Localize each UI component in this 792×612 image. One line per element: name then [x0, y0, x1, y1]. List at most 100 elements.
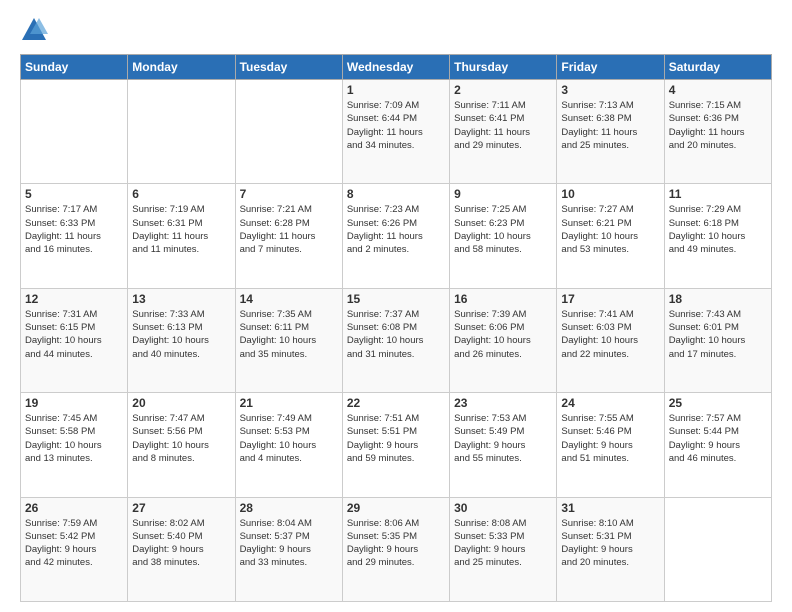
- day-number: 4: [669, 83, 767, 97]
- calendar-cell: 14Sunrise: 7:35 AM Sunset: 6:11 PM Dayli…: [235, 288, 342, 392]
- header: [20, 16, 772, 44]
- calendar-cell: 29Sunrise: 8:06 AM Sunset: 5:35 PM Dayli…: [342, 497, 449, 601]
- weekday-header-monday: Monday: [128, 55, 235, 80]
- calendar-cell: 7 Sunrise: 7:21 AM Sunset: 6:28 PM Daylig…: [235, 184, 342, 288]
- day-info: Sunrise: 8:08 AM Sunset: 5:33 PM Dayligh…: [454, 517, 552, 570]
- day-number: 19: [25, 396, 123, 410]
- calendar-table: SundayMondayTuesdayWednesdayThursdayFrid…: [20, 54, 772, 602]
- day-info: Sunrise: 7:53 AM Sunset: 5:49 PM Dayligh…: [454, 412, 552, 465]
- day-number: 16: [454, 292, 552, 306]
- weekday-header-row: SundayMondayTuesdayWednesdayThursdayFrid…: [21, 55, 772, 80]
- calendar-cell: 10 Sunrise: 7:27 AM Sunset: 6:21 PM Dayli…: [557, 184, 664, 288]
- day-number: 21: [240, 396, 338, 410]
- calendar-cell: 24Sunrise: 7:55 AM Sunset: 5:46 PM Dayli…: [557, 393, 664, 497]
- week-row-4: 19 Sunrise: 7:45 AM Sunset: 5:58 PM Dayli…: [21, 393, 772, 497]
- calendar-cell: 25Sunrise: 7:57 AM Sunset: 5:44 PM Dayli…: [664, 393, 771, 497]
- calendar-cell: 6 Sunrise: 7:19 AM Sunset: 6:31 PM Daylig…: [128, 184, 235, 288]
- day-info: Sunrise: 7:23 AM Sunset: 6:26 PM Dayligh…: [347, 203, 445, 256]
- day-number: 3: [561, 83, 659, 97]
- day-info: Sunrise: 8:04 AM Sunset: 5:37 PM Dayligh…: [240, 517, 338, 570]
- day-number: 18: [669, 292, 767, 306]
- day-info: Sunrise: 7:41 AM Sunset: 6:03 PM Dayligh…: [561, 308, 659, 361]
- day-number: 27: [132, 501, 230, 515]
- calendar-cell: 4 Sunrise: 7:15 AM Sunset: 6:36 PM Daylig…: [664, 80, 771, 184]
- day-info: Sunrise: 7:17 AM Sunset: 6:33 PM Dayligh…: [25, 203, 123, 256]
- calendar-cell: 17 Sunrise: 7:41 AM Sunset: 6:03 PM Dayli…: [557, 288, 664, 392]
- day-info: Sunrise: 7:13 AM Sunset: 6:38 PM Dayligh…: [561, 99, 659, 152]
- day-number: 14: [240, 292, 338, 306]
- day-number: 17: [561, 292, 659, 306]
- day-number: 13: [132, 292, 230, 306]
- calendar-cell: 1Sunrise: 7:09 AM Sunset: 6:44 PM Daylig…: [342, 80, 449, 184]
- day-info: Sunrise: 7:29 AM Sunset: 6:18 PM Dayligh…: [669, 203, 767, 256]
- day-number: 9: [454, 187, 552, 201]
- day-info: Sunrise: 7:43 AM Sunset: 6:01 PM Dayligh…: [669, 308, 767, 361]
- calendar-cell: 5 Sunrise: 7:17 AM Sunset: 6:33 PM Daylig…: [21, 184, 128, 288]
- day-info: Sunrise: 7:31 AM Sunset: 6:15 PM Dayligh…: [25, 308, 123, 361]
- calendar-cell: 9 Sunrise: 7:25 AM Sunset: 6:23 PM Daylig…: [450, 184, 557, 288]
- calendar-cell: 28 Sunrise: 8:04 AM Sunset: 5:37 PM Dayli…: [235, 497, 342, 601]
- day-number: 29: [347, 501, 445, 515]
- day-number: 25: [669, 396, 767, 410]
- calendar-cell: 11 Sunrise: 7:29 AM Sunset: 6:18 PM Dayli…: [664, 184, 771, 288]
- day-number: 12: [25, 292, 123, 306]
- day-info: Sunrise: 7:45 AM Sunset: 5:58 PM Dayligh…: [25, 412, 123, 465]
- day-info: Sunrise: 7:49 AM Sunset: 5:53 PM Dayligh…: [240, 412, 338, 465]
- weekday-header-thursday: Thursday: [450, 55, 557, 80]
- calendar-cell: [235, 80, 342, 184]
- day-number: 7: [240, 187, 338, 201]
- weekday-header-saturday: Saturday: [664, 55, 771, 80]
- day-info: Sunrise: 7:27 AM Sunset: 6:21 PM Dayligh…: [561, 203, 659, 256]
- day-info: Sunrise: 7:11 AM Sunset: 6:41 PM Dayligh…: [454, 99, 552, 152]
- calendar-cell: 23 Sunrise: 7:53 AM Sunset: 5:49 PM Dayli…: [450, 393, 557, 497]
- day-info: Sunrise: 7:59 AM Sunset: 5:42 PM Dayligh…: [25, 517, 123, 570]
- day-number: 15: [347, 292, 445, 306]
- weekday-header-wednesday: Wednesday: [342, 55, 449, 80]
- day-info: Sunrise: 8:10 AM Sunset: 5:31 PM Dayligh…: [561, 517, 659, 570]
- calendar-cell: 31 Sunrise: 8:10 AM Sunset: 5:31 PM Dayli…: [557, 497, 664, 601]
- calendar-cell: 27Sunrise: 8:02 AM Sunset: 5:40 PM Dayli…: [128, 497, 235, 601]
- weekday-header-friday: Friday: [557, 55, 664, 80]
- calendar-cell: 30 Sunrise: 8:08 AM Sunset: 5:33 PM Dayli…: [450, 497, 557, 601]
- day-number: 23: [454, 396, 552, 410]
- day-number: 31: [561, 501, 659, 515]
- week-row-5: 26 Sunrise: 7:59 AM Sunset: 5:42 PM Dayli…: [21, 497, 772, 601]
- calendar-cell: 20Sunrise: 7:47 AM Sunset: 5:56 PM Dayli…: [128, 393, 235, 497]
- day-info: Sunrise: 7:21 AM Sunset: 6:28 PM Dayligh…: [240, 203, 338, 256]
- calendar-cell: 2 Sunrise: 7:11 AM Sunset: 6:41 PM Daylig…: [450, 80, 557, 184]
- day-number: 26: [25, 501, 123, 515]
- day-number: 6: [132, 187, 230, 201]
- day-info: Sunrise: 7:33 AM Sunset: 6:13 PM Dayligh…: [132, 308, 230, 361]
- weekday-header-tuesday: Tuesday: [235, 55, 342, 80]
- calendar-cell: [128, 80, 235, 184]
- day-info: Sunrise: 7:19 AM Sunset: 6:31 PM Dayligh…: [132, 203, 230, 256]
- logo-icon: [20, 16, 48, 44]
- calendar-cell: [21, 80, 128, 184]
- calendar-cell: 18 Sunrise: 7:43 AM Sunset: 6:01 PM Dayli…: [664, 288, 771, 392]
- calendar-cell: 8 Sunrise: 7:23 AM Sunset: 6:26 PM Daylig…: [342, 184, 449, 288]
- day-number: 8: [347, 187, 445, 201]
- day-number: 5: [25, 187, 123, 201]
- day-info: Sunrise: 7:15 AM Sunset: 6:36 PM Dayligh…: [669, 99, 767, 152]
- day-number: 30: [454, 501, 552, 515]
- calendar-cell: [664, 497, 771, 601]
- calendar-cell: 19 Sunrise: 7:45 AM Sunset: 5:58 PM Dayli…: [21, 393, 128, 497]
- day-number: 1: [347, 83, 445, 97]
- day-info: Sunrise: 7:25 AM Sunset: 6:23 PM Dayligh…: [454, 203, 552, 256]
- day-number: 11: [669, 187, 767, 201]
- page: SundayMondayTuesdayWednesdayThursdayFrid…: [0, 0, 792, 612]
- logo: [20, 16, 52, 44]
- day-number: 10: [561, 187, 659, 201]
- calendar-cell: 22Sunrise: 7:51 AM Sunset: 5:51 PM Dayli…: [342, 393, 449, 497]
- day-number: 28: [240, 501, 338, 515]
- day-info: Sunrise: 7:39 AM Sunset: 6:06 PM Dayligh…: [454, 308, 552, 361]
- calendar-cell: 3 Sunrise: 7:13 AM Sunset: 6:38 PM Daylig…: [557, 80, 664, 184]
- calendar-cell: 15 Sunrise: 7:37 AM Sunset: 6:08 PM Dayli…: [342, 288, 449, 392]
- calendar-cell: 21 Sunrise: 7:49 AM Sunset: 5:53 PM Dayli…: [235, 393, 342, 497]
- calendar-cell: 26 Sunrise: 7:59 AM Sunset: 5:42 PM Dayli…: [21, 497, 128, 601]
- day-number: 20: [132, 396, 230, 410]
- day-number: 24: [561, 396, 659, 410]
- day-number: 2: [454, 83, 552, 97]
- calendar-cell: 16 Sunrise: 7:39 AM Sunset: 6:06 PM Dayli…: [450, 288, 557, 392]
- day-info: Sunrise: 7:37 AM Sunset: 6:08 PM Dayligh…: [347, 308, 445, 361]
